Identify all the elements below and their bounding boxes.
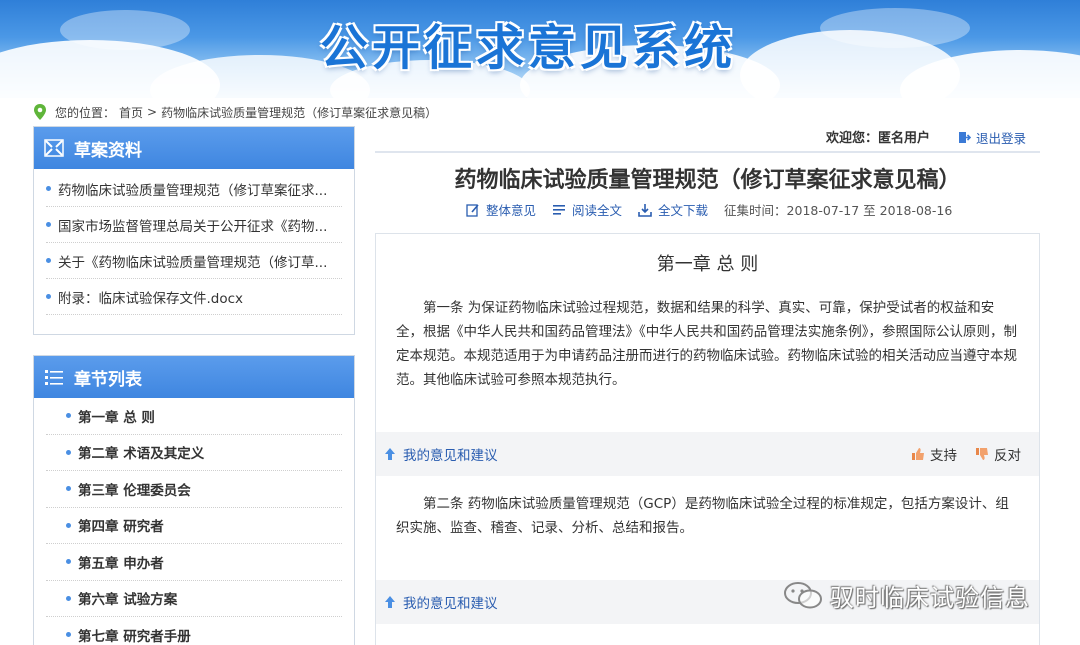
bullet-icon: [66, 595, 71, 601]
draft-item[interactable]: 国家市场监督管理总局关于公开征求《药物...: [46, 207, 342, 243]
logout-link[interactable]: 退出登录: [958, 128, 1026, 147]
system-title: 公开征求意见系统: [320, 20, 737, 76]
fold-icon: [44, 139, 64, 157]
opinion-bar: 我的意见和建议 支持 反对: [376, 432, 1039, 476]
wechat-watermark: 驭时临床试验信息: [782, 578, 1030, 613]
welcome-text: 欢迎您： 匿名用户: [826, 127, 930, 146]
overall-opinion-label[interactable]: 整体意见: [486, 200, 536, 219]
collection-period: 征集时间：2018-07-17 至 2018-08-16: [724, 203, 953, 218]
draft-item-label[interactable]: 国家市场监督管理总局关于公开征求《药物...: [58, 215, 327, 235]
chapters-panel-title: 章节列表: [74, 369, 142, 390]
chapter-item[interactable]: 第七章 研究者手册: [46, 617, 342, 645]
support-button[interactable]: 支持: [911, 444, 957, 464]
vote-controls: 支持 反对: [893, 444, 1021, 464]
draft-item-label[interactable]: 关于《药物临床试验质量管理规范（修订草...: [58, 251, 327, 271]
chapter-item[interactable]: 第一章 总 则: [46, 398, 342, 435]
chapter-item-label[interactable]: 第三章 伦理委员会: [78, 479, 191, 499]
bullet-icon: [46, 258, 51, 263]
user-name: 匿名用户: [878, 131, 931, 146]
download-button[interactable]: 全文下载: [638, 200, 708, 219]
breadcrumb-home[interactable]: 首页: [119, 104, 143, 121]
article-1: 第一条 为保证药物临床试验过程规范，数据和结果的科学、真实、可靠，保护受试者的权…: [396, 300, 1017, 388]
draft-item-label[interactable]: 药物临床试验质量管理规范（修订草案征求...: [58, 179, 327, 199]
bullet-icon: [66, 449, 71, 455]
oppose-label[interactable]: 反对: [994, 444, 1021, 464]
bullet-icon: [46, 222, 51, 227]
support-label[interactable]: 支持: [930, 444, 957, 464]
download-icon: [638, 203, 652, 217]
overall-opinion-button[interactable]: 整体意见: [466, 200, 536, 219]
drafts-panel-title: 草案资料: [74, 140, 142, 161]
list-icon: [45, 370, 63, 385]
read-full-button[interactable]: 阅读全文: [552, 200, 622, 219]
header-banner: 公开征求意见系统: [0, 0, 1080, 98]
logout-icon: [959, 132, 971, 143]
download-label[interactable]: 全文下载: [658, 200, 708, 219]
up-arrow-icon: [385, 596, 395, 608]
thumbs-down-icon: [976, 448, 988, 460]
draft-item-label[interactable]: 附录：临床试验保存文件.docx: [58, 287, 243, 307]
chapter-item-label[interactable]: 第二章 术语及其定义: [78, 442, 204, 462]
draft-item[interactable]: 药物临床试验质量管理规范（修订草案征求...: [46, 171, 342, 207]
drafts-panel: 草案资料 药物临床试验质量管理规范（修订草案征求... 国家市场监督管理总局关于…: [33, 126, 355, 335]
wechat-icon: [784, 581, 822, 608]
bullet-icon: [46, 294, 51, 299]
opinion-link[interactable]: 我的意见和建议: [403, 592, 498, 612]
chapter-item-label[interactable]: 第四章 研究者: [78, 515, 164, 535]
bullet-icon: [66, 632, 71, 638]
breadcrumb: 您的位置： 首页 > 药物临床试验质量管理规范（修订草案征求意见稿）: [33, 103, 441, 121]
chapter-item-label[interactable]: 第一章 总 则: [78, 406, 155, 426]
draft-item[interactable]: 附录：临床试验保存文件.docx: [46, 279, 342, 315]
read-icon: [553, 204, 566, 215]
bullet-icon: [66, 413, 71, 419]
chapter-item-label[interactable]: 第七章 研究者手册: [78, 625, 191, 645]
chapter-item[interactable]: 第四章 研究者: [46, 508, 342, 544]
bullet-icon: [66, 559, 71, 565]
drafts-panel-header: 草案资料: [34, 127, 354, 169]
chapter-item[interactable]: 第二章 术语及其定义: [46, 435, 342, 471]
bullet-icon: [46, 186, 51, 191]
bullet-icon: [66, 522, 71, 528]
location-pin-icon: [34, 104, 46, 120]
read-full-label[interactable]: 阅读全文: [572, 200, 622, 219]
up-arrow-icon: [385, 448, 395, 460]
chapter-item-label[interactable]: 第五章 申办者: [78, 552, 164, 572]
opinion-link[interactable]: 我的意见和建议: [403, 444, 498, 464]
oppose-button[interactable]: 反对: [975, 444, 1021, 464]
chapter-item[interactable]: 第三章 伦理委员会: [46, 471, 342, 508]
thumbs-up-icon: [912, 448, 924, 460]
chapter-heading: 第一章 总 则: [656, 254, 759, 275]
divider: [375, 151, 1040, 153]
breadcrumb-current: 药物临床试验质量管理规范（修订草案征求意见稿）: [161, 105, 438, 120]
breadcrumb-prefix: 您的位置：: [55, 105, 116, 120]
bullet-icon: [66, 486, 71, 492]
document-actions: 整体意见 阅读全文 全文下载 征集时间：2018-07-17 至 2018-08…: [466, 200, 952, 219]
chapter-item-label[interactable]: 第六章 试验方案: [78, 588, 177, 608]
logout-label[interactable]: 退出登录: [976, 128, 1026, 147]
edit-icon: [466, 203, 479, 217]
watermark-text: 驭时临床试验信息: [830, 584, 1030, 612]
chapters-panel-header: 章节列表: [34, 356, 354, 398]
chapters-panel: 章节列表 第一章 总 则 第二章 术语及其定义 第三章 伦理委员会 第四章 研究…: [33, 355, 355, 645]
article-2: 第二条 药物临床试验质量管理规范（GCP）是药物临床试验全过程的标准规定，包括方…: [396, 496, 1009, 536]
chapter-item[interactable]: 第五章 申办者: [46, 544, 342, 581]
breadcrumb-separator: >: [147, 105, 158, 119]
draft-item[interactable]: 关于《药物临床试验质量管理规范（修订草...: [46, 243, 342, 279]
welcome-label: 欢迎您：: [826, 131, 879, 146]
document-title: 药物临床试验质量管理规范（修订草案征求意见稿）: [454, 168, 961, 193]
chapter-item[interactable]: 第六章 试验方案: [46, 581, 342, 617]
